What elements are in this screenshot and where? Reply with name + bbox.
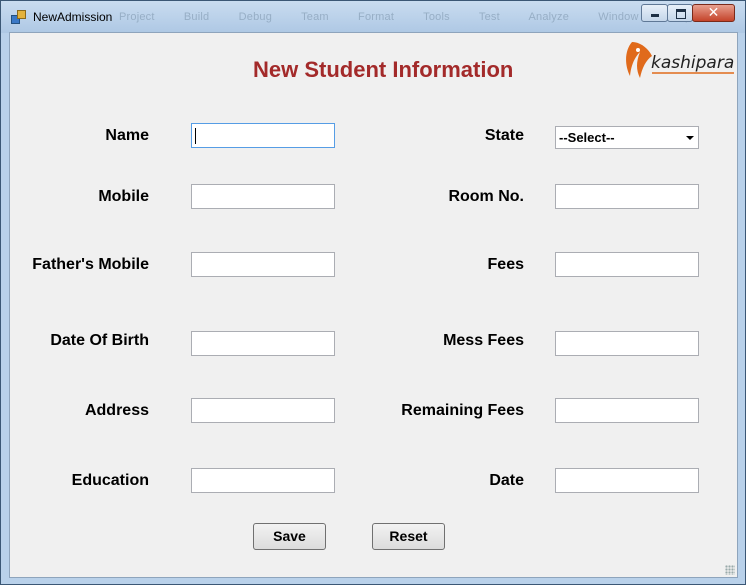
room-no-label: Room No.	[448, 188, 524, 205]
maximize-button[interactable]	[667, 4, 693, 22]
date-input[interactable]	[555, 468, 699, 493]
date-of-birth-input[interactable]	[191, 331, 335, 356]
mess-fees-input[interactable]	[555, 331, 699, 356]
page-title: New Student Information	[253, 57, 514, 82]
state-dropdown[interactable]: --Select--	[555, 126, 699, 149]
window-title: NewAdmission	[33, 10, 113, 24]
form-area: New Student Information kashipara Name M…	[9, 32, 738, 578]
name-label: Name	[105, 127, 149, 144]
reset-button[interactable]: Reset	[372, 523, 445, 550]
room-no-input[interactable]	[555, 184, 699, 209]
fees-input[interactable]	[555, 252, 699, 277]
address-label: Address	[84, 402, 149, 419]
fathers-mobile-input[interactable]	[191, 252, 335, 277]
close-icon: ✕	[707, 5, 720, 21]
fees-label: Fees	[487, 256, 524, 273]
save-button[interactable]: Save	[253, 523, 326, 550]
resize-grip[interactable]	[725, 565, 735, 575]
date-of-birth-label: Date Of Birth	[50, 332, 149, 349]
title-bar[interactable]: NewAdmission Project Build Debug Team Fo…	[1, 1, 745, 33]
education-input[interactable]	[191, 468, 335, 493]
mobile-label: Mobile	[98, 188, 149, 205]
close-button[interactable]: ✕	[692, 4, 735, 22]
remaining-fees-label: Remaining Fees	[401, 402, 524, 419]
date-label: Date	[489, 472, 524, 489]
text-caret	[195, 128, 196, 144]
minimize-button[interactable]	[641, 4, 668, 22]
logo-text: kashipara	[651, 53, 734, 73]
address-input[interactable]	[191, 398, 335, 423]
mess-fees-label: Mess Fees	[443, 332, 524, 349]
kashipara-logo: kashipara	[626, 42, 734, 78]
name-input[interactable]	[191, 123, 335, 148]
state-label: State	[484, 127, 524, 144]
remaining-fees-input[interactable]	[555, 398, 699, 423]
state-selected-value: --Select--	[559, 130, 615, 145]
app-icon[interactable]	[11, 10, 26, 24]
app-window: NewAdmission Project Build Debug Team Fo…	[0, 0, 746, 585]
education-label: Education	[71, 472, 149, 489]
chevron-down-icon[interactable]	[686, 136, 694, 140]
mobile-input[interactable]	[191, 184, 335, 209]
background-menu-text: Project Build Debug Team Format Tools Te…	[119, 11, 692, 23]
fathers-mobile-label: Father's Mobile	[32, 256, 149, 273]
